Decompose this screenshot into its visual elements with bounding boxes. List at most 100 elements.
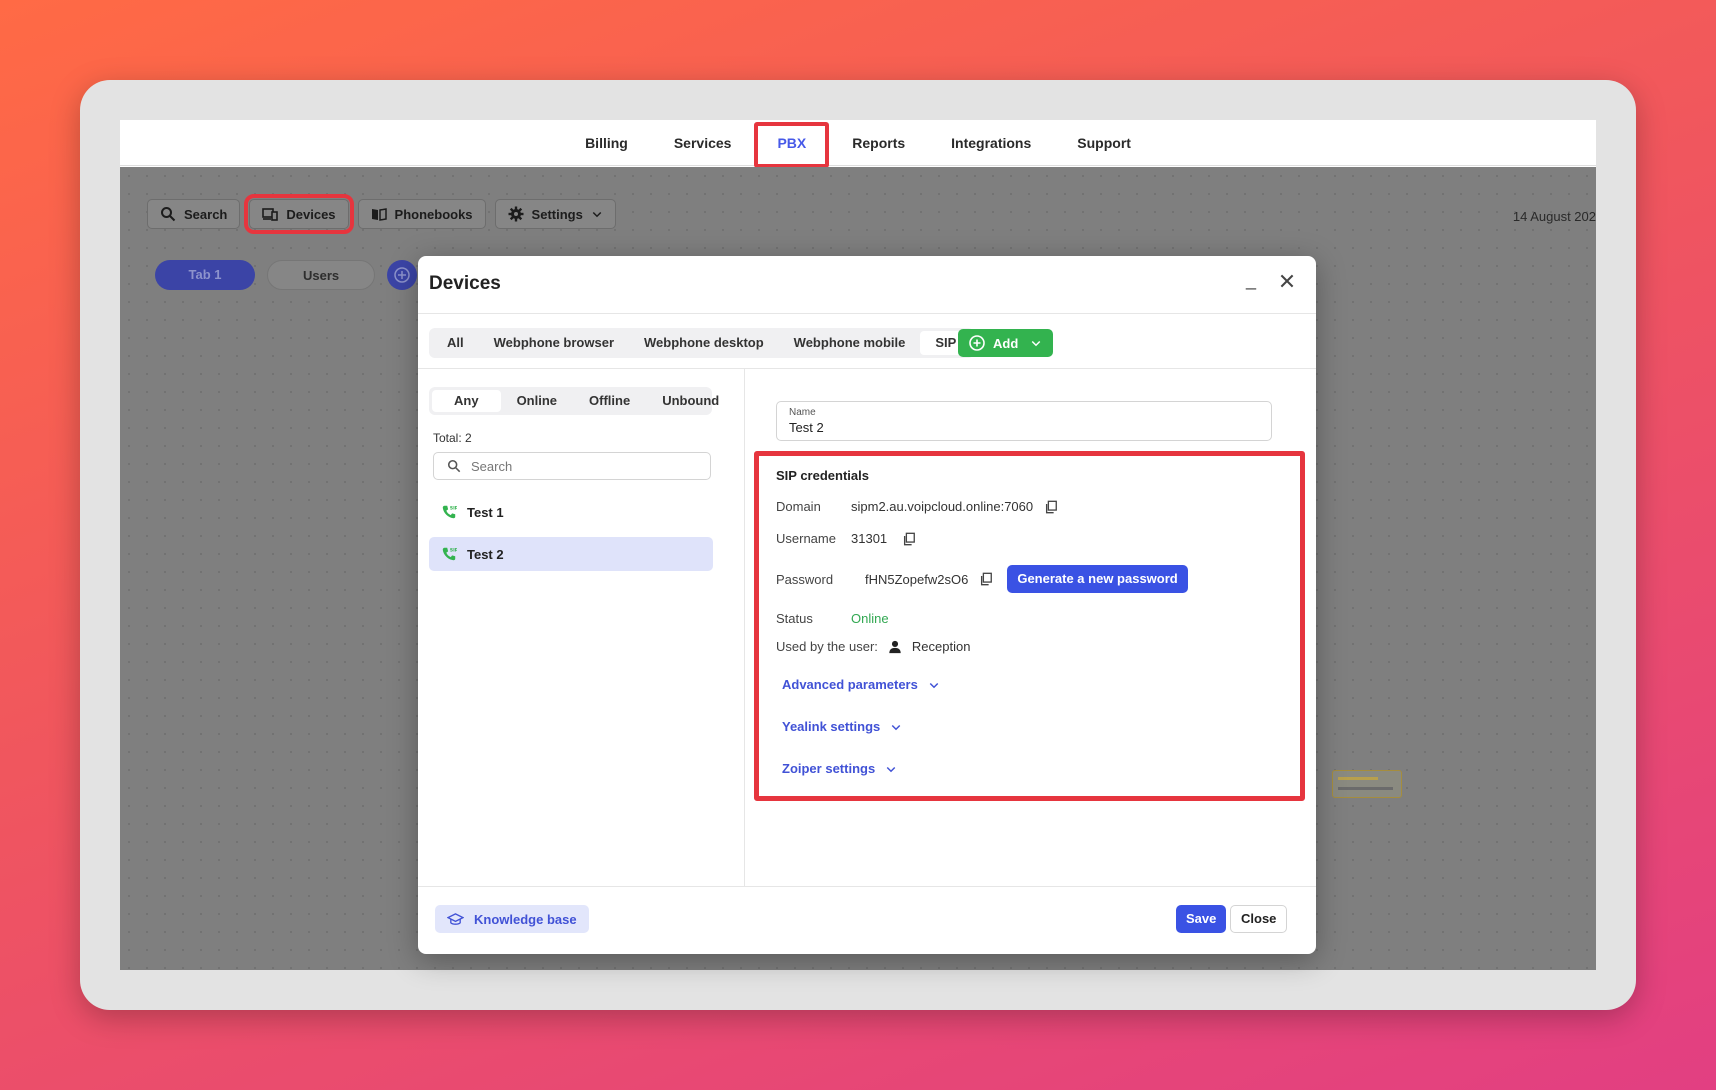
- domain-label: Domain: [776, 499, 821, 514]
- status-label: Status: [776, 611, 813, 626]
- tab-users[interactable]: Users: [267, 260, 376, 290]
- modal-title: Devices: [429, 273, 501, 294]
- device-list-pane: Any Online Offline Unbound Total: 2 SIP …: [418, 369, 745, 886]
- search-button[interactable]: Search: [147, 199, 241, 229]
- flow-node-line: [1338, 777, 1378, 780]
- add-device-label: Add: [993, 335, 1019, 351]
- domain-row: Domain sipm2.au.voipcloud.online:7060: [776, 499, 1058, 514]
- minimize-button[interactable]: _: [1246, 270, 1256, 291]
- top-navigation: Billing Services PBX Reports Integration…: [120, 120, 1596, 168]
- filter-online[interactable]: Online: [501, 390, 573, 412]
- yealink-settings-toggle[interactable]: Yealink settings: [782, 719, 902, 734]
- sip-phone-icon: SIP: [442, 505, 457, 519]
- status-filter-tabs: Any Online Offline Unbound: [429, 387, 719, 415]
- nav-pbx[interactable]: PBX: [754, 120, 830, 168]
- tab-all[interactable]: All: [432, 331, 479, 355]
- zoiper-settings-label: Zoiper settings: [782, 761, 876, 776]
- search-icon: [447, 459, 461, 473]
- phonebook-icon: [371, 208, 387, 221]
- tab-1[interactable]: Tab 1: [155, 260, 255, 290]
- status-value: Online: [851, 611, 889, 626]
- knowledge-base-button[interactable]: Knowledge base: [435, 905, 589, 933]
- device-name: Test 1: [467, 504, 504, 520]
- close-button[interactable]: Close: [1230, 905, 1288, 933]
- devices-button[interactable]: Devices: [244, 194, 354, 234]
- advanced-parameters-label: Advanced parameters: [782, 677, 918, 692]
- nav-integrations[interactable]: Integrations: [928, 120, 1054, 166]
- canvas-tabs: Tab 1 Users: [155, 260, 418, 290]
- flow-node[interactable]: [1332, 770, 1402, 798]
- tab-webphone-browser[interactable]: Webphone browser: [479, 331, 629, 355]
- username-value: 31301: [851, 531, 888, 546]
- nav-support[interactable]: Support: [1054, 120, 1154, 166]
- used-by-row: Used by the user: Reception: [776, 639, 970, 654]
- search-button-label: Search: [184, 206, 228, 222]
- plus-circle-icon: [394, 267, 410, 283]
- device-list-item[interactable]: SIP Test 2: [429, 537, 713, 571]
- filter-offline[interactable]: Offline: [573, 390, 646, 412]
- copy-icon[interactable]: [1044, 500, 1058, 514]
- devices-icon: [262, 208, 279, 221]
- search-icon: [161, 207, 176, 222]
- device-name: Test 2: [467, 546, 504, 562]
- sip-phone-icon: SIP: [442, 547, 457, 561]
- password-value: fHN5Zopefw2sO6: [865, 571, 969, 587]
- nav-billing[interactable]: Billing: [562, 120, 651, 166]
- save-button[interactable]: Save: [1176, 905, 1227, 933]
- username-row: Username 31301: [776, 531, 916, 546]
- sip-credentials-panel: SIP credentials Domain sipm2.au.voipclou…: [754, 451, 1305, 801]
- date-label: 14 August 202: [1512, 209, 1596, 224]
- chevron-down-icon: [891, 724, 901, 730]
- device-total: Total: 2: [433, 431, 472, 445]
- flow-node-line: [1338, 787, 1393, 790]
- device-list-item[interactable]: SIP Test 1: [429, 495, 713, 529]
- device-type-tabs: All Webphone browser Webphone desktop We…: [429, 328, 975, 358]
- pbx-toolbar: Search Devices Phonebooks Settings: [147, 194, 616, 234]
- chevron-down-icon: [1032, 340, 1041, 347]
- filter-any[interactable]: Any: [432, 390, 501, 412]
- device-detail-pane: Name Test 2 SIP credentials Domain sipm2…: [746, 369, 1316, 886]
- advanced-parameters-toggle[interactable]: Advanced parameters: [782, 677, 940, 692]
- used-by-value[interactable]: Reception: [912, 639, 971, 654]
- device-type-bar: All Webphone browser Webphone desktop We…: [418, 314, 1316, 369]
- name-field-value[interactable]: Test 2: [789, 420, 1259, 435]
- phonebooks-button[interactable]: Phonebooks: [357, 199, 486, 229]
- close-icon[interactable]: [1278, 272, 1296, 290]
- modal-header: Devices _: [418, 256, 1316, 314]
- knowledge-base-label: Knowledge base: [474, 911, 577, 927]
- gear-icon: [508, 206, 524, 222]
- chevron-down-icon: [886, 766, 896, 772]
- copy-icon[interactable]: [979, 572, 993, 586]
- chevron-down-icon: [929, 682, 939, 688]
- chevron-down-icon: [592, 211, 602, 218]
- settings-button-label: Settings: [531, 206, 583, 222]
- add-tab-button[interactable]: [387, 260, 418, 290]
- user-icon: [889, 640, 901, 653]
- generate-password-button[interactable]: Generate a new password: [1007, 565, 1188, 593]
- devices-button-label: Devices: [286, 206, 336, 222]
- filter-unbound[interactable]: Unbound: [646, 390, 735, 412]
- status-row: Status Online: [776, 611, 889, 626]
- tab-webphone-desktop[interactable]: Webphone desktop: [629, 331, 779, 355]
- graduation-cap-icon: [447, 912, 464, 925]
- copy-icon[interactable]: [902, 532, 916, 546]
- password-label: Password: [776, 571, 834, 587]
- name-field-label: Name: [789, 407, 816, 418]
- add-device-button[interactable]: Add: [958, 329, 1054, 357]
- phonebooks-button-label: Phonebooks: [394, 206, 473, 222]
- tab-webphone-mobile[interactable]: Webphone mobile: [779, 331, 921, 355]
- zoiper-settings-toggle[interactable]: Zoiper settings: [782, 761, 897, 776]
- used-by-label: Used by the user:: [776, 639, 878, 654]
- domain-value: sipm2.au.voipcloud.online:7060: [851, 499, 1034, 514]
- password-row: Password fHN5Zopefw2sO6 Generate a new p…: [776, 565, 1188, 593]
- device-search[interactable]: [433, 452, 711, 480]
- nav-services[interactable]: Services: [651, 120, 755, 166]
- settings-button[interactable]: Settings: [494, 199, 616, 229]
- name-field[interactable]: Name Test 2: [776, 401, 1272, 441]
- sip-credentials-title: SIP credentials: [776, 468, 869, 483]
- nav-reports[interactable]: Reports: [829, 120, 928, 166]
- yealink-settings-label: Yealink settings: [782, 719, 881, 734]
- svg-text:SIP: SIP: [450, 505, 457, 511]
- modal-footer: Knowledge base Save Close: [418, 886, 1316, 954]
- device-search-input[interactable]: [471, 458, 691, 474]
